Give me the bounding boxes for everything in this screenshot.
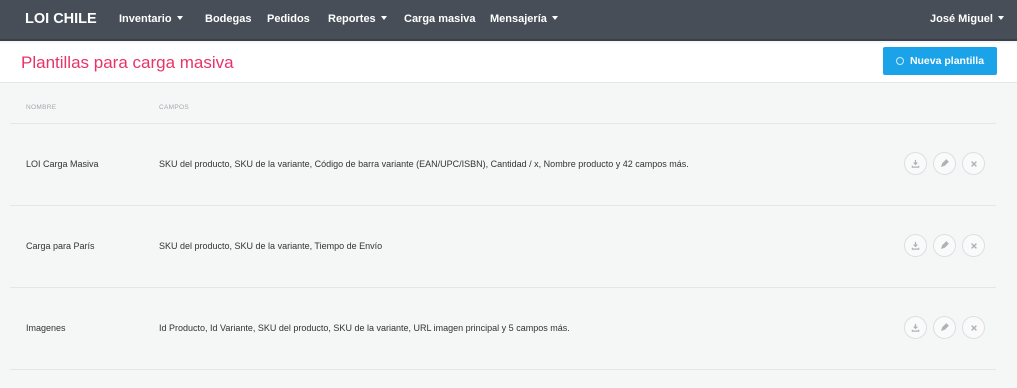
nav-mensajeria[interactable]: Mensajería bbox=[490, 13, 558, 25]
nav-inventario[interactable]: Inventario bbox=[119, 13, 183, 25]
nav-label: Mensajería bbox=[490, 13, 547, 25]
template-fields: Id Producto, Id Variante, SKU del produc… bbox=[159, 323, 570, 333]
pencil-icon bbox=[940, 241, 949, 250]
close-icon bbox=[970, 160, 977, 167]
page-title: Plantillas para carga masiva bbox=[21, 53, 234, 72]
template-fields: SKU del producto, SKU de la variante, Có… bbox=[159, 159, 689, 169]
column-header-fields: CAMPOS bbox=[159, 104, 189, 111]
chevron-down-icon bbox=[176, 16, 183, 21]
template-name: Carga para París bbox=[26, 241, 95, 251]
close-icon bbox=[970, 324, 977, 331]
pencil-icon bbox=[940, 159, 949, 168]
chevron-down-icon bbox=[380, 16, 387, 21]
edit-button[interactable] bbox=[933, 234, 956, 257]
column-header-name: NOMBRE bbox=[26, 104, 57, 111]
template-fields: SKU del producto, SKU de la variante, Ti… bbox=[159, 241, 383, 251]
edit-button[interactable] bbox=[933, 152, 956, 175]
template-name: LOI Carga Masiva bbox=[26, 159, 99, 169]
close-icon bbox=[970, 242, 977, 249]
page-header: Plantillas para carga masiva bbox=[0, 43, 1017, 83]
download-icon bbox=[911, 159, 920, 168]
template-name: Imagenes bbox=[26, 323, 66, 333]
button-label: Nueva plantilla bbox=[909, 55, 985, 67]
nav-bodegas[interactable]: Bodegas bbox=[205, 13, 251, 25]
new-template-button[interactable]: Nueva plantilla bbox=[883, 47, 997, 75]
download-button[interactable] bbox=[904, 152, 927, 175]
row-divider bbox=[10, 369, 996, 370]
nav-pedidos[interactable]: Pedidos bbox=[267, 13, 310, 25]
nav-label: Pedidos bbox=[267, 13, 310, 25]
delete-button[interactable] bbox=[962, 152, 985, 175]
top-navbar: LOI CHILE Inventario Bodegas Pedidos Rep… bbox=[0, 0, 1017, 41]
download-icon bbox=[911, 323, 920, 332]
delete-button[interactable] bbox=[962, 234, 985, 257]
pencil-icon bbox=[940, 323, 949, 332]
user-menu[interactable]: José Miguel bbox=[930, 13, 1004, 25]
user-name: José Miguel bbox=[930, 13, 993, 25]
nav-label: Carga masiva bbox=[404, 13, 476, 25]
nav-carga-masiva[interactable]: Carga masiva bbox=[404, 13, 476, 25]
nav-label: Bodegas bbox=[205, 13, 252, 25]
edit-button[interactable] bbox=[933, 316, 956, 339]
chevron-down-icon bbox=[997, 16, 1004, 21]
header-divider bbox=[10, 123, 996, 124]
download-button[interactable] bbox=[904, 316, 927, 339]
download-button[interactable] bbox=[904, 234, 927, 257]
chevron-down-icon bbox=[551, 16, 558, 21]
delete-button[interactable] bbox=[962, 316, 985, 339]
plus-circle-icon bbox=[895, 57, 904, 65]
brand-logo[interactable]: LOI CHILE bbox=[25, 11, 97, 27]
nav-label: Reportes bbox=[328, 13, 376, 25]
row-divider bbox=[10, 205, 996, 206]
nav-reportes[interactable]: Reportes bbox=[328, 13, 387, 25]
row-divider bbox=[10, 287, 996, 288]
download-icon bbox=[911, 241, 920, 250]
nav-label: Inventario bbox=[119, 13, 172, 25]
